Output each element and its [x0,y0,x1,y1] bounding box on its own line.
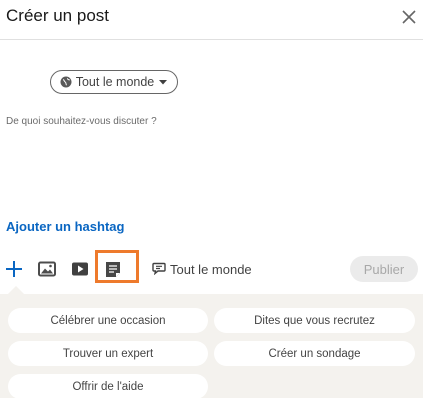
suggestion-chip[interactable]: Créer un sondage [214,341,415,366]
publish-button[interactable]: Publier [350,256,418,282]
suggestion-chip[interactable]: Offrir de l'aide [8,374,208,399]
suggestions-pointer [8,286,24,294]
document-icon[interactable] [103,259,123,279]
close-icon[interactable] [400,8,418,26]
video-icon[interactable] [70,259,90,279]
add-hashtag-link[interactable]: Ajouter un hashtag [6,219,124,234]
comment-icon [152,261,166,278]
suggestion-chip[interactable]: Dites que vous recrutez [214,308,415,333]
dialog-header: Créer un post [0,0,423,40]
comment-visibility-button[interactable]: Tout le monde [152,260,252,278]
post-editor-placeholder[interactable]: De quoi souhaitez-vous discuter ? [6,116,157,127]
photo-icon[interactable] [37,259,57,279]
suggestion-chip[interactable]: Trouver un expert [8,341,208,366]
audience-label: Tout le monde [75,75,155,89]
globe-icon [60,76,72,88]
suggestion-chip[interactable]: Célébrer une occasion [8,308,208,333]
dialog-title: Créer un post [6,6,109,25]
visibility-label: Tout le monde [170,261,252,277]
caret-down-icon [158,78,168,86]
plus-icon[interactable] [4,258,24,280]
audience-selector-button[interactable]: Tout le monde [50,70,178,94]
suggestions-panel: Célébrer une occasion Dites que vous rec… [0,294,423,399]
